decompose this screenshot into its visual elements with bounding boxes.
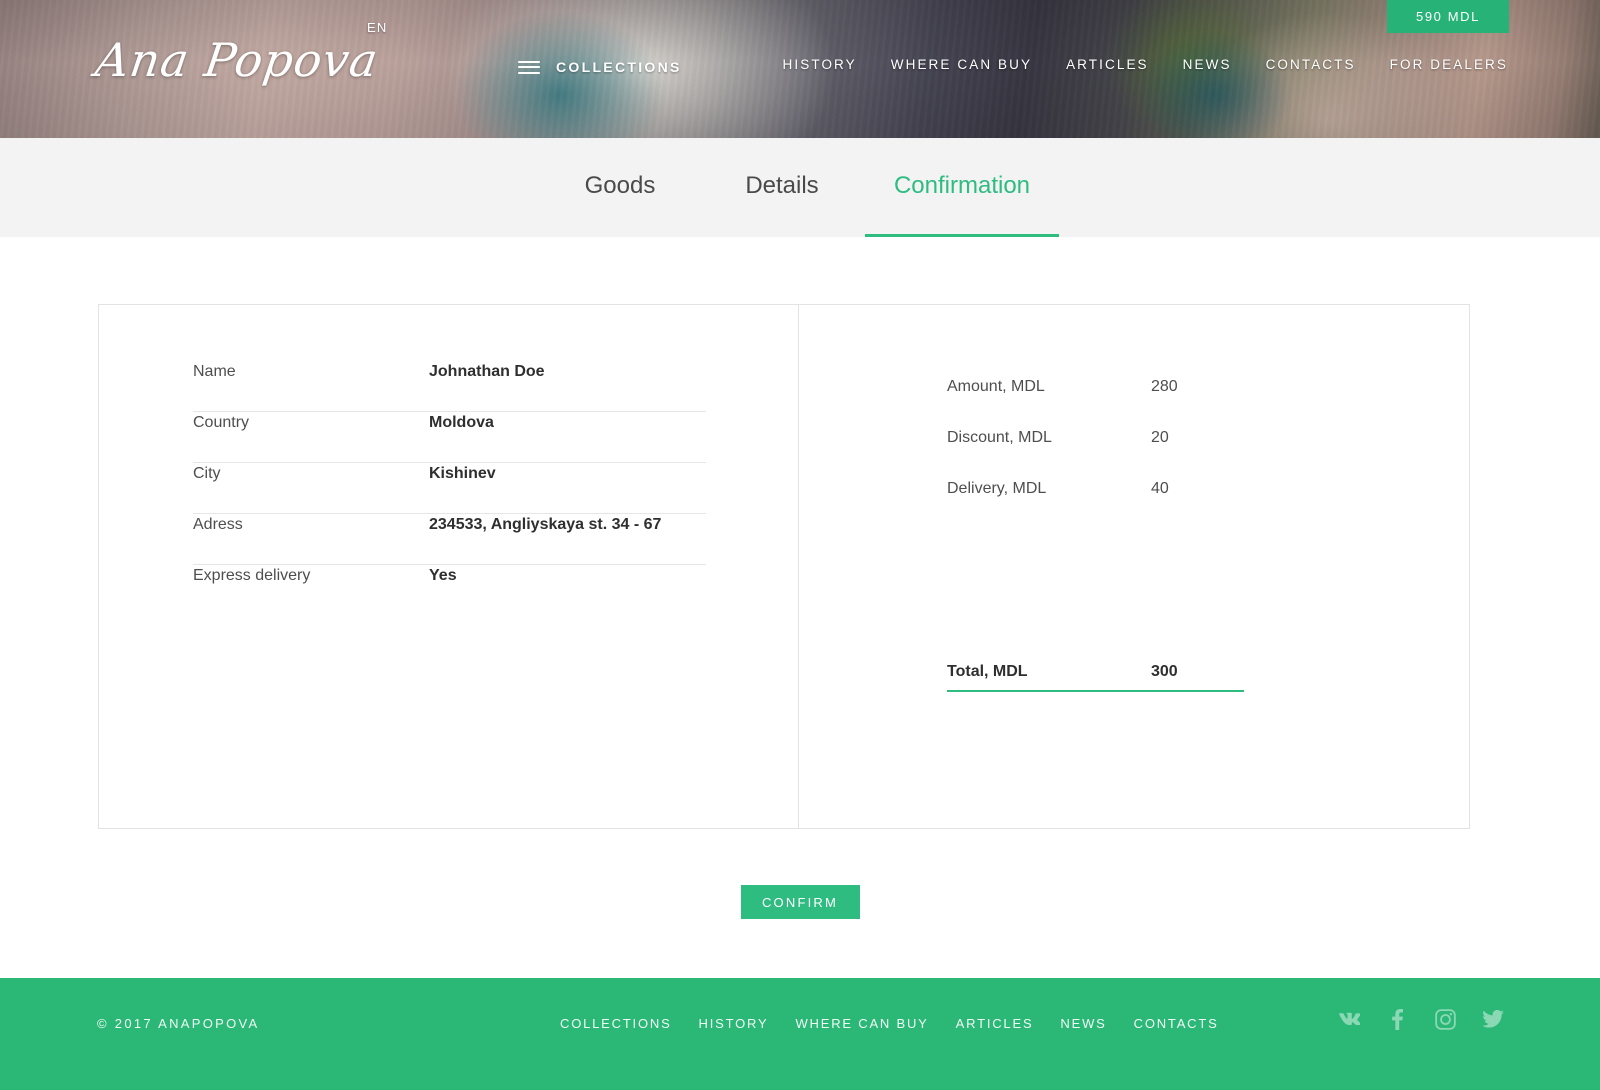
order-total-row: Total, MDL 300	[947, 654, 1244, 692]
summary-row: Amount, MDL 280	[947, 361, 1289, 412]
nav-item-news[interactable]: NEWS	[1183, 57, 1232, 72]
footer-nav-item-contacts[interactable]: CONTACTS	[1134, 1016, 1219, 1031]
detail-label: Express delivery	[193, 567, 311, 584]
detail-label: Name	[193, 363, 236, 380]
total-value: 300	[1151, 663, 1178, 680]
detail-row: City Kishinev	[193, 463, 706, 514]
nav-item-contacts[interactable]: CONTACTS	[1266, 57, 1356, 72]
summary-row: Discount, MDL 20	[947, 412, 1289, 463]
footer-nav-item-where-can-buy[interactable]: WHERE CAN BUY	[795, 1016, 928, 1031]
cart-total-badge[interactable]: 590 MDL	[1387, 0, 1509, 33]
footer-nav-item-history[interactable]: HISTORY	[699, 1016, 769, 1031]
footer-navigation: COLLECTIONS HISTORY WHERE CAN BUY ARTICL…	[560, 1016, 1219, 1031]
nav-item-for-dealers[interactable]: FOR DEALERS	[1390, 57, 1508, 72]
nav-item-history[interactable]: HISTORY	[783, 57, 857, 72]
collections-label: COLLECTIONS	[556, 59, 682, 75]
detail-value: Moldova	[429, 414, 494, 431]
confirmation-panel: Name Johnathan Doe Country Moldova City …	[98, 304, 1470, 829]
site-header: Ana Popova EN COLLECTIONS HISTORY WHERE …	[0, 0, 1600, 138]
footer-nav-item-collections[interactable]: COLLECTIONS	[560, 1016, 672, 1031]
detail-row: Name Johnathan Doe	[193, 361, 706, 412]
detail-label: City	[193, 465, 221, 482]
confirm-button-wrapper: CONFIRM	[0, 885, 1600, 919]
tab-goods[interactable]: Goods	[541, 138, 699, 237]
checkout-tabs: Goods Details Confirmation	[0, 138, 1600, 237]
instagram-icon[interactable]	[1434, 1008, 1456, 1030]
collections-menu-button[interactable]: COLLECTIONS	[518, 56, 682, 78]
summary-row: Delivery, MDL 40	[947, 463, 1289, 514]
summary-label: Discount, MDL	[947, 428, 1052, 446]
site-footer: © 2017 ANAPOPOVA COLLECTIONS HISTORY WHE…	[0, 978, 1600, 1090]
tab-confirmation[interactable]: Confirmation	[865, 138, 1059, 237]
summary-value: 280	[1151, 377, 1178, 395]
detail-label: Country	[193, 414, 250, 431]
vk-icon[interactable]	[1338, 1008, 1360, 1030]
footer-nav-item-articles[interactable]: ARTICLES	[956, 1016, 1034, 1031]
hamburger-menu-icon[interactable]	[518, 60, 540, 74]
detail-value: Yes	[429, 567, 457, 584]
main-navigation: HISTORY WHERE CAN BUY ARTICLES NEWS CONT…	[783, 57, 1508, 72]
order-summary-section: Amount, MDL 280 Discount, MDL 20 Deliver…	[799, 305, 1469, 828]
summary-label: Amount, MDL	[947, 377, 1045, 395]
total-label: Total, MDL	[947, 663, 1028, 680]
confirm-button[interactable]: CONFIRM	[740, 885, 860, 919]
footer-nav-item-news[interactable]: NEWS	[1060, 1016, 1106, 1031]
summary-value: 40	[1151, 479, 1169, 497]
twitter-icon[interactable]	[1482, 1008, 1504, 1030]
summary-label: Delivery, MDL	[947, 479, 1047, 497]
order-details-section: Name Johnathan Doe Country Moldova City …	[99, 305, 799, 828]
facebook-icon[interactable]	[1386, 1008, 1408, 1030]
detail-value: Kishinev	[429, 465, 496, 482]
detail-row: Adress 234533, Angliyskaya st. 34 - 67	[193, 514, 706, 565]
summary-value: 20	[1151, 428, 1169, 446]
detail-row: Express delivery Yes	[193, 565, 706, 616]
nav-item-where-can-buy[interactable]: WHERE CAN BUY	[891, 57, 1032, 72]
social-links	[1338, 1008, 1504, 1030]
detail-value: 234533, Angliyskaya st. 34 - 67	[429, 516, 662, 533]
footer-copyright: © 2017 ANAPOPOVA	[97, 1016, 260, 1031]
nav-item-articles[interactable]: ARTICLES	[1066, 57, 1149, 72]
language-switcher[interactable]: EN	[367, 20, 387, 35]
tab-details[interactable]: Details	[699, 138, 865, 237]
detail-value: Johnathan Doe	[429, 363, 545, 380]
checkout-content: Name Johnathan Doe Country Moldova City …	[0, 237, 1600, 978]
detail-row: Country Moldova	[193, 412, 706, 463]
site-logo[interactable]: Ana Popova	[91, 26, 382, 94]
detail-label: Adress	[193, 516, 243, 533]
